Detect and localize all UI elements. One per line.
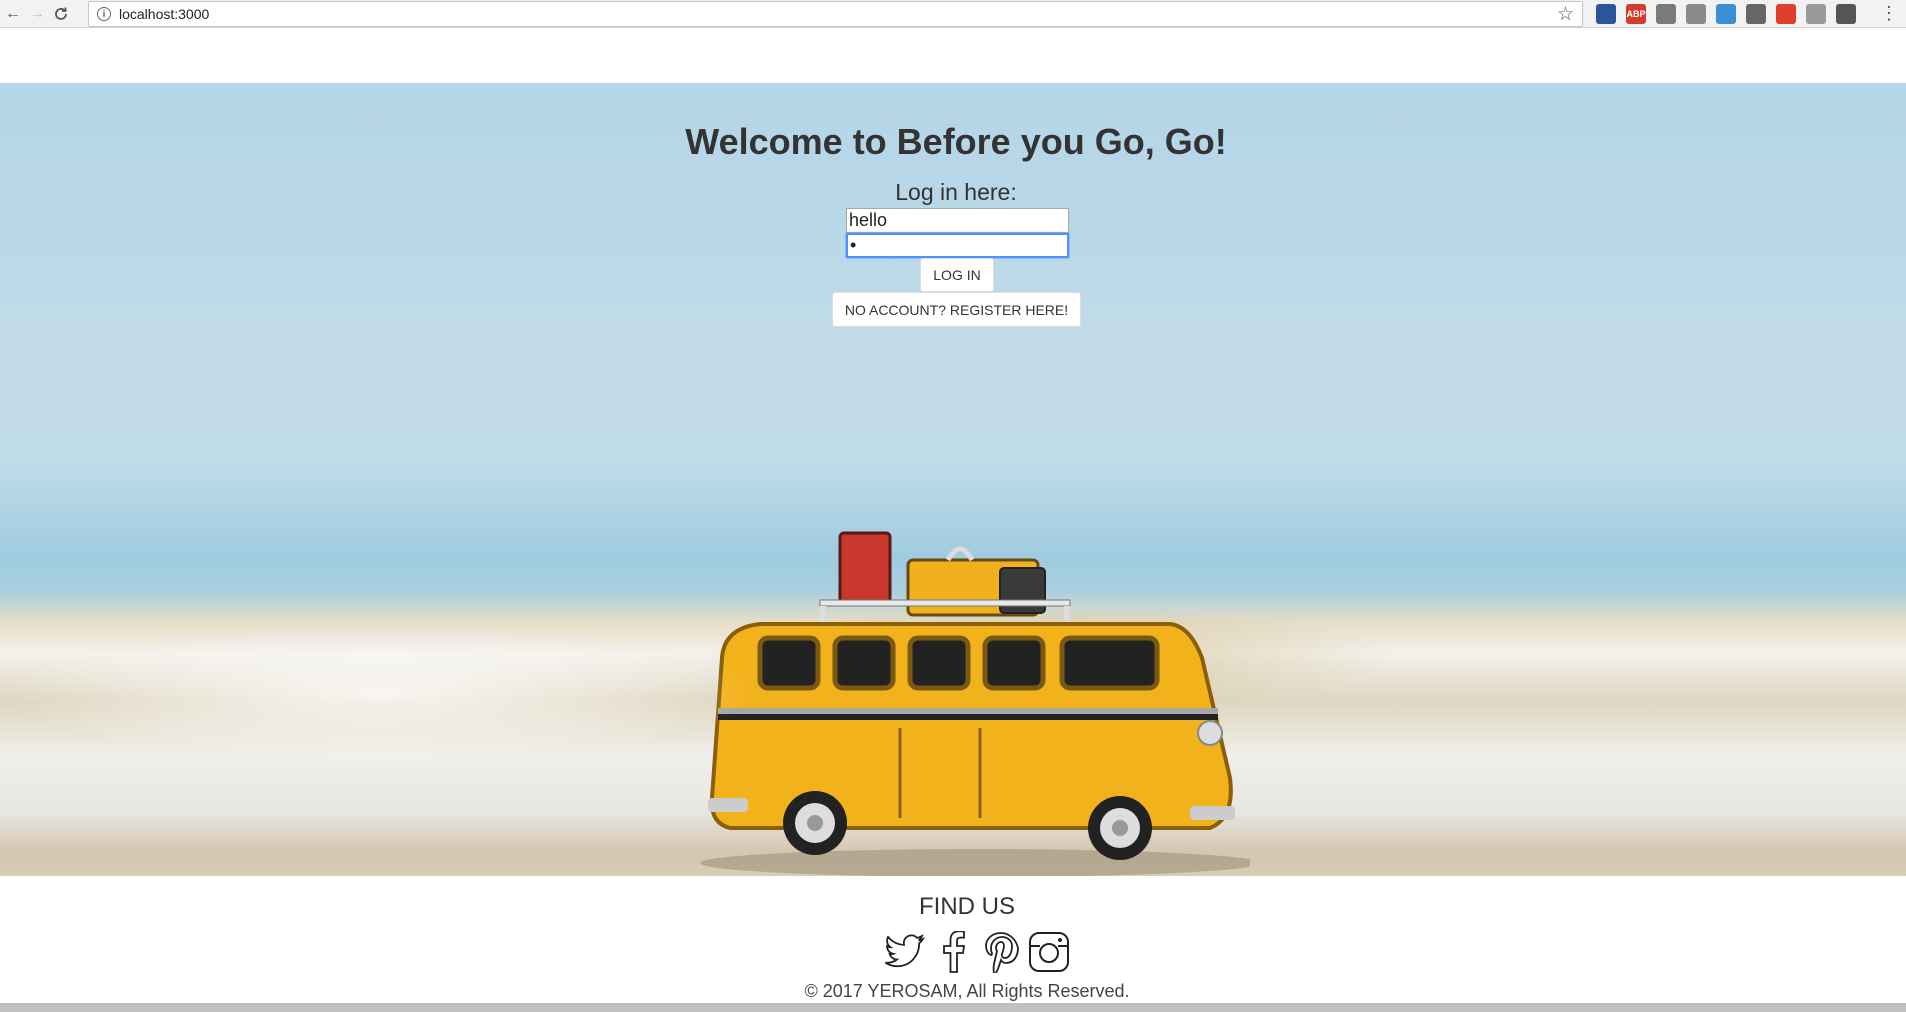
top-band <box>0 28 1906 83</box>
twitter-icon[interactable] <box>884 931 926 973</box>
yellow-bus-image <box>700 531 1250 876</box>
facebook-icon[interactable] <box>932 931 974 973</box>
extension-8-icon[interactable] <box>1806 4 1826 24</box>
reload-button[interactable] <box>50 3 72 25</box>
info-icon[interactable]: i <box>97 7 111 21</box>
forward-arrow-icon: → <box>29 4 45 22</box>
page-title: Welcome to Before you Go, Go! <box>685 121 1227 162</box>
login-button[interactable]: LOG IN <box>920 258 994 292</box>
hero-section: Welcome to Before you Go, Go! Log in her… <box>0 83 1906 876</box>
reload-icon <box>55 7 67 20</box>
social-links <box>884 931 1070 973</box>
footer: FIND US © 2017 YEROSAM, All Rights Reser… <box>0 876 1906 1012</box>
url-text: localhost:3000 <box>119 6 210 22</box>
adblock-icon[interactable]: ABP <box>1626 4 1646 24</box>
login-label: Log in here: <box>895 179 1017 205</box>
extensions-bar: ABP <box>1596 4 1856 24</box>
register-button[interactable]: NO ACCOUNT? REGISTER HERE! <box>832 292 1081 327</box>
copyright-text: © 2017 YEROSAM, All Rights Reserved. <box>804 981 1130 1001</box>
extension-7-icon[interactable] <box>1776 4 1796 24</box>
bookmark-star-icon[interactable]: ☆ <box>1557 3 1574 26</box>
find-us-heading: FIND US <box>919 893 1015 920</box>
extension-1-icon[interactable] <box>1596 4 1616 24</box>
browser-toolbar: ← → i localhost:3000 ☆ ABP ⋮ <box>0 0 1906 28</box>
ublock-icon[interactable] <box>1656 4 1676 24</box>
extension-6-icon[interactable] <box>1746 4 1766 24</box>
extension-4-icon[interactable] <box>1686 4 1706 24</box>
address-bar[interactable]: i localhost:3000 ☆ <box>88 1 1583 27</box>
instagram-icon[interactable] <box>1028 931 1070 973</box>
browser-menu-icon[interactable]: ⋮ <box>1880 3 1898 23</box>
back-arrow-icon: ← <box>5 4 21 22</box>
back-button[interactable]: ← <box>2 3 24 25</box>
username-input[interactable] <box>846 208 1069 233</box>
forward-button[interactable]: → <box>26 3 48 25</box>
pinterest-icon[interactable] <box>980 931 1022 973</box>
horizontal-scrollbar[interactable] <box>0 1003 1906 1012</box>
extension-5-icon[interactable] <box>1716 4 1736 24</box>
password-input[interactable] <box>846 233 1069 258</box>
extension-9-icon[interactable] <box>1836 4 1856 24</box>
